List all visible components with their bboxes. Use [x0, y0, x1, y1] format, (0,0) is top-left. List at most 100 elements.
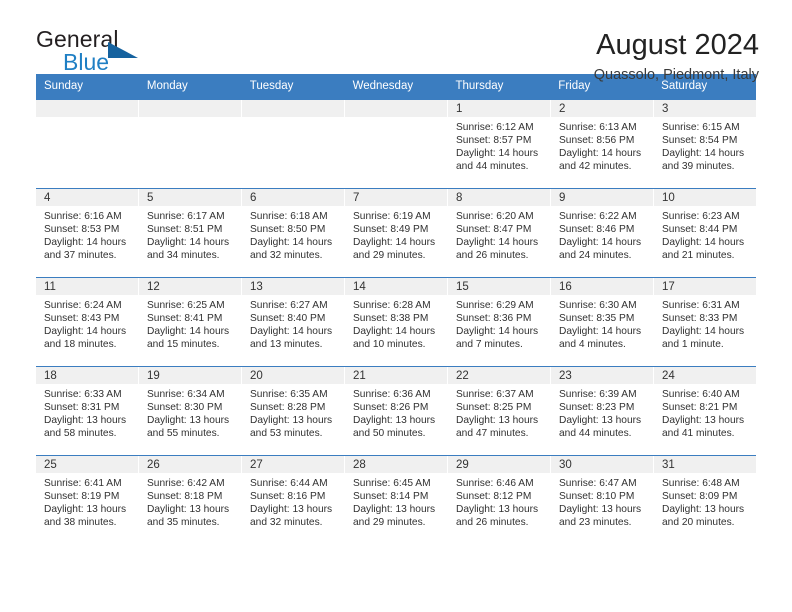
day-number: 16 [551, 277, 653, 295]
daylight-text-line1: Daylight: 13 hours [353, 504, 436, 516]
day-cell[interactable]: 20 Sunrise: 6:35 AM Sunset: 8:28 PM Dayligh… [242, 366, 345, 455]
day-number: 12 [139, 277, 241, 295]
day-cell[interactable]: 16 Sunrise: 6:30 AM Sunset: 8:35 PM Dayligh… [551, 277, 654, 366]
day-details: Sunrise: 6:24 AM Sunset: 8:43 PM Daylight:… [36, 295, 138, 356]
day-cell[interactable]: 25 Sunrise: 6:41 AM Sunset: 8:19 PM Dayligh… [36, 455, 139, 544]
daylight-text-line2: and 35 minutes. [147, 517, 220, 529]
daylight-text-line2: and 20 minutes. [662, 517, 735, 529]
day-number: 10 [654, 188, 756, 206]
day-cell[interactable]: 31 Sunrise: 6:48 AM Sunset: 8:09 PM Dayligh… [654, 455, 756, 544]
day-cell[interactable]: 30 Sunrise: 6:47 AM Sunset: 8:10 PM Dayligh… [551, 455, 654, 544]
day-details: Sunrise: 6:29 AM Sunset: 8:36 PM Daylight:… [448, 295, 550, 356]
day-number: 2 [551, 99, 653, 117]
sunset-text: Sunset: 8:41 PM [147, 313, 223, 324]
sunset-text: Sunset: 8:19 PM [44, 491, 120, 502]
day-number: 4 [36, 188, 138, 206]
day-cell[interactable]: 2 Sunrise: 6:13 AM Sunset: 8:56 PM Daylight… [551, 99, 654, 188]
day-cell[interactable]: 14 Sunrise: 6:28 AM Sunset: 8:38 PM Dayligh… [345, 277, 448, 366]
daylight-text-line2: and 32 minutes. [250, 250, 323, 262]
day-number: 28 [345, 455, 447, 473]
day-cell[interactable]: 12 Sunrise: 6:25 AM Sunset: 8:41 PM Dayligh… [139, 277, 242, 366]
day-cell[interactable]: 21 Sunrise: 6:36 AM Sunset: 8:26 PM Dayligh… [345, 366, 448, 455]
day-cell[interactable]: 23 Sunrise: 6:39 AM Sunset: 8:23 PM Dayligh… [551, 366, 654, 455]
day-cell[interactable]: 10 Sunrise: 6:23 AM Sunset: 8:44 PM Dayligh… [654, 188, 756, 277]
day-details: Sunrise: 6:22 AM Sunset: 8:46 PM Daylight:… [551, 206, 653, 267]
sunset-text: Sunset: 8:54 PM [662, 135, 738, 146]
day-cell[interactable]: 8 Sunrise: 6:20 AM Sunset: 8:47 PM Daylight… [448, 188, 551, 277]
day-number [139, 99, 241, 117]
sunset-text: Sunset: 8:23 PM [559, 402, 635, 413]
daylight-text-line1: Daylight: 14 hours [353, 237, 436, 249]
day-details: Sunrise: 6:44 AM Sunset: 8:16 PM Daylight:… [242, 473, 344, 534]
day-cell[interactable]: 26 Sunrise: 6:42 AM Sunset: 8:18 PM Dayligh… [139, 455, 242, 544]
day-cell[interactable]: 6 Sunrise: 6:18 AM Sunset: 8:50 PM Daylight… [242, 188, 345, 277]
day-cell[interactable]: 28 Sunrise: 6:45 AM Sunset: 8:14 PM Dayligh… [345, 455, 448, 544]
day-cell[interactable]: 5 Sunrise: 6:17 AM Sunset: 8:51 PM Daylight… [139, 188, 242, 277]
daylight-text-line2: and 50 minutes. [353, 428, 426, 440]
sunset-text: Sunset: 8:43 PM [44, 313, 120, 324]
day-cell[interactable]: 7 Sunrise: 6:19 AM Sunset: 8:49 PM Daylight… [345, 188, 448, 277]
sunrise-text: Sunrise: 6:16 AM [44, 210, 122, 222]
weeks-container: 1 Sunrise: 6:12 AM Sunset: 8:57 PM Daylight… [36, 99, 756, 544]
daylight-text-line1: Daylight: 13 hours [44, 415, 127, 427]
daylight-text-line2: and 7 minutes. [456, 339, 523, 351]
day-number [242, 99, 344, 117]
day-cell[interactable]: 18 Sunrise: 6:33 AM Sunset: 8:31 PM Dayligh… [36, 366, 139, 455]
day-details: Sunrise: 6:16 AM Sunset: 8:53 PM Daylight:… [36, 206, 138, 267]
day-details: Sunrise: 6:37 AM Sunset: 8:25 PM Daylight:… [448, 384, 550, 445]
day-number: 27 [242, 455, 344, 473]
sunset-text: Sunset: 8:46 PM [559, 224, 635, 235]
sunset-text: Sunset: 8:47 PM [456, 224, 532, 235]
daylight-text-line1: Daylight: 13 hours [147, 415, 230, 427]
day-number: 29 [448, 455, 550, 473]
day-details: Sunrise: 6:19 AM Sunset: 8:49 PM Daylight:… [345, 206, 447, 267]
daylight-text-line2: and 1 minute. [662, 339, 724, 351]
day-details: Sunrise: 6:13 AM Sunset: 8:56 PM Daylight:… [551, 117, 653, 178]
day-cell[interactable]: 1 Sunrise: 6:12 AM Sunset: 8:57 PM Daylight… [448, 99, 551, 188]
day-cell[interactable]: 19 Sunrise: 6:34 AM Sunset: 8:30 PM Dayligh… [139, 366, 242, 455]
day-cell[interactable]: 3 Sunrise: 6:15 AM Sunset: 8:54 PM Daylight… [654, 99, 756, 188]
day-cell[interactable]: 22 Sunrise: 6:37 AM Sunset: 8:25 PM Dayligh… [448, 366, 551, 455]
sunrise-text: Sunrise: 6:41 AM [44, 477, 122, 489]
day-cell[interactable]: 11 Sunrise: 6:24 AM Sunset: 8:43 PM Dayligh… [36, 277, 139, 366]
daylight-text-line2: and 42 minutes. [559, 161, 632, 173]
day-number: 19 [139, 366, 241, 384]
day-cell[interactable]: 13 Sunrise: 6:27 AM Sunset: 8:40 PM Dayligh… [242, 277, 345, 366]
daylight-text-line2: and 44 minutes. [559, 428, 632, 440]
daylight-text-line2: and 24 minutes. [559, 250, 632, 262]
daylight-text-line2: and 38 minutes. [44, 517, 117, 529]
week-row: 25 Sunrise: 6:41 AM Sunset: 8:19 PM Dayligh… [36, 454, 756, 544]
week-row: 1 Sunrise: 6:12 AM Sunset: 8:57 PM Daylight… [36, 99, 756, 188]
weekday-header-friday: Friday [558, 80, 591, 92]
day-cell[interactable]: 4 Sunrise: 6:16 AM Sunset: 8:53 PM Daylight… [36, 188, 139, 277]
sunset-text: Sunset: 8:40 PM [250, 313, 326, 324]
sunrise-text: Sunrise: 6:28 AM [353, 299, 431, 311]
day-cell[interactable]: 9 Sunrise: 6:22 AM Sunset: 8:46 PM Daylight… [551, 188, 654, 277]
sunset-text: Sunset: 8:49 PM [353, 224, 429, 235]
daylight-text-line2: and 55 minutes. [147, 428, 220, 440]
brand-logo[interactable]: General Blue [36, 28, 156, 76]
day-cell[interactable]: 15 Sunrise: 6:29 AM Sunset: 8:36 PM Dayligh… [448, 277, 551, 366]
day-details: Sunrise: 6:33 AM Sunset: 8:31 PM Daylight:… [36, 384, 138, 445]
day-cell[interactable]: 17 Sunrise: 6:31 AM Sunset: 8:33 PM Dayligh… [654, 277, 756, 366]
weekday-header-sunday: Sunday [44, 80, 84, 92]
day-number: 30 [551, 455, 653, 473]
day-cell[interactable]: 27 Sunrise: 6:44 AM Sunset: 8:16 PM Dayligh… [242, 455, 345, 544]
sunrise-text: Sunrise: 6:19 AM [353, 210, 431, 222]
daylight-text-line1: Daylight: 13 hours [662, 504, 745, 516]
day-cell[interactable]: 29 Sunrise: 6:46 AM Sunset: 8:12 PM Dayligh… [448, 455, 551, 544]
day-details: Sunrise: 6:35 AM Sunset: 8:28 PM Daylight:… [242, 384, 344, 445]
daylight-text-line1: Daylight: 14 hours [662, 148, 745, 160]
sunset-text: Sunset: 8:18 PM [147, 491, 223, 502]
day-details: Sunrise: 6:45 AM Sunset: 8:14 PM Daylight:… [345, 473, 447, 534]
day-details: Sunrise: 6:27 AM Sunset: 8:40 PM Daylight:… [242, 295, 344, 356]
daylight-text-line1: Daylight: 14 hours [456, 148, 539, 160]
day-cell[interactable]: 24 Sunrise: 6:40 AM Sunset: 8:21 PM Dayligh… [654, 366, 756, 455]
daylight-text-line1: Daylight: 13 hours [147, 504, 230, 516]
sunrise-text: Sunrise: 6:23 AM [662, 210, 740, 222]
sunset-text: Sunset: 8:26 PM [353, 402, 429, 413]
day-details: Sunrise: 6:30 AM Sunset: 8:35 PM Daylight:… [551, 295, 653, 356]
day-details: Sunrise: 6:31 AM Sunset: 8:33 PM Daylight:… [654, 295, 756, 356]
day-number: 17 [654, 277, 756, 295]
day-details: Sunrise: 6:25 AM Sunset: 8:41 PM Daylight:… [139, 295, 241, 356]
